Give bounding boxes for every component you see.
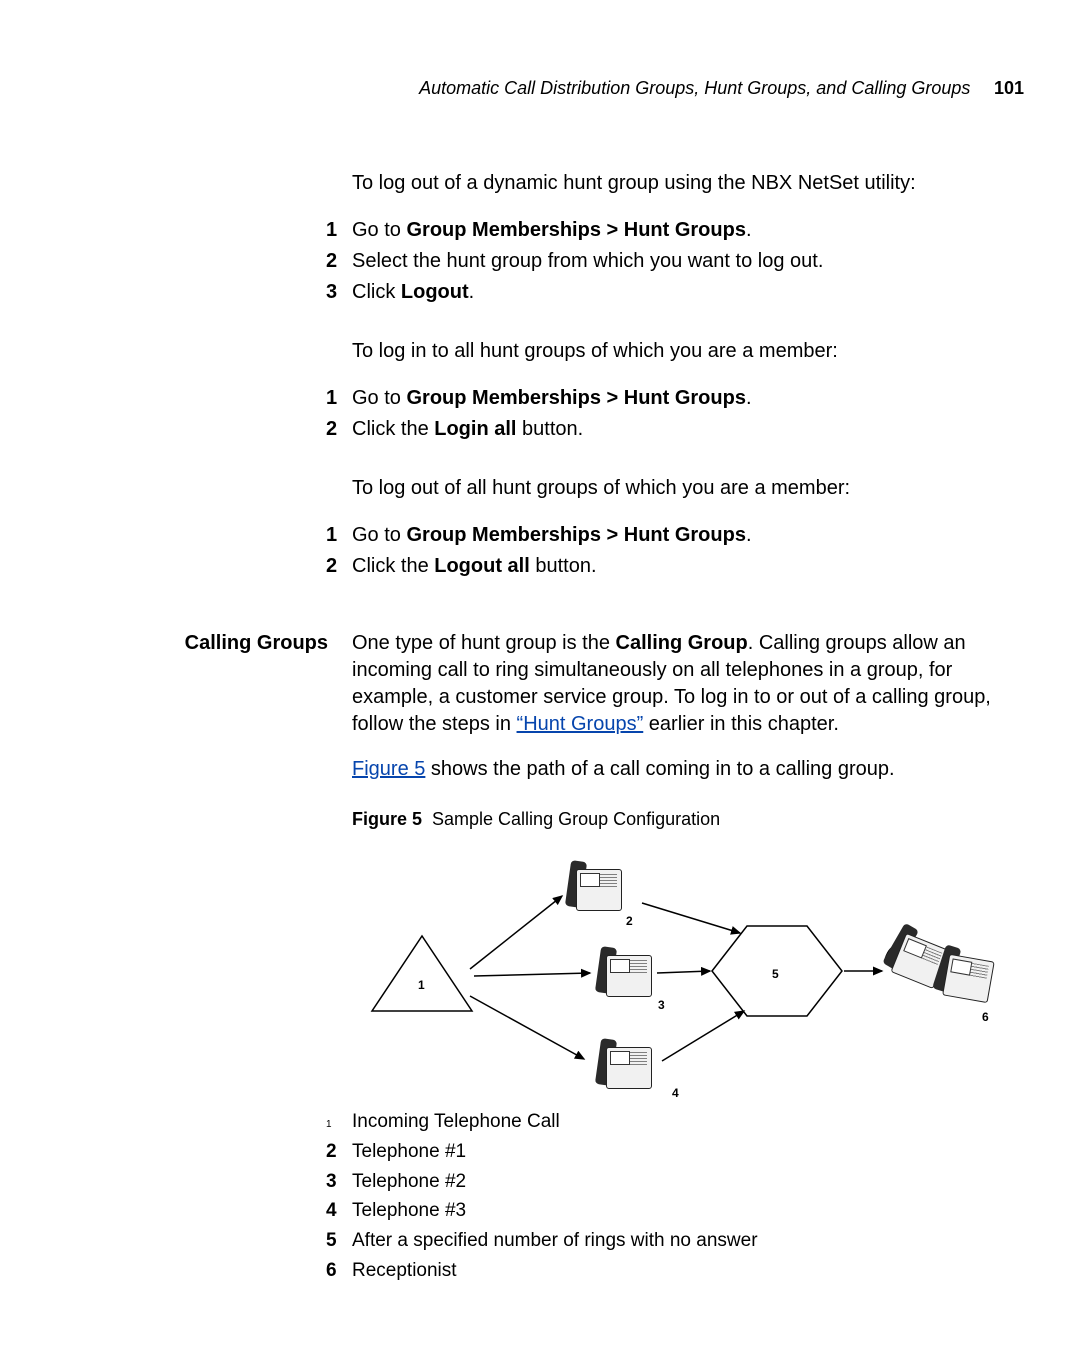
legend-text: After a specified number of rings with n… bbox=[352, 1228, 758, 1254]
diagram-label-2: 2 bbox=[626, 913, 633, 929]
step-text: Go to Group Memberships > Hunt Groups. bbox=[352, 217, 1024, 244]
legend-text: Telephone #3 bbox=[352, 1198, 466, 1224]
running-title: Automatic Call Distribution Groups, Hunt… bbox=[419, 78, 970, 98]
figure-label: Figure 5 bbox=[352, 809, 422, 829]
step-item: 1 Go to Group Memberships > Hunt Groups. bbox=[326, 522, 1024, 549]
running-header: Automatic Call Distribution Groups, Hunt… bbox=[56, 75, 1024, 102]
legend-item: 6 Receptionist bbox=[326, 1258, 1024, 1284]
legend-number: 2 bbox=[326, 1139, 352, 1165]
phone-icon bbox=[570, 863, 622, 911]
step-item: 1 Go to Group Memberships > Hunt Groups. bbox=[326, 385, 1024, 412]
step-text: Go to Group Memberships > Hunt Groups. bbox=[352, 385, 1024, 412]
figure-5-diagram: 1 2 3 4 5 6 bbox=[352, 841, 1002, 1101]
step-number: 1 bbox=[326, 385, 352, 412]
step-number: 2 bbox=[326, 553, 352, 580]
intro-text: To log out of a dynamic hunt group using… bbox=[352, 170, 1024, 197]
step-number: 2 bbox=[326, 248, 352, 275]
figure-caption: Figure 5 Sample Calling Group Configurati… bbox=[352, 807, 1024, 831]
intro-text: To log out of all hunt groups of which y… bbox=[352, 475, 1024, 502]
step-text: Click the Logout all button. bbox=[352, 553, 1024, 580]
figure-caption-text: Sample Calling Group Configuration bbox=[432, 809, 720, 829]
diagram-label-3: 3 bbox=[658, 997, 665, 1013]
step-text: Click Logout. bbox=[352, 279, 1024, 306]
section3-steps: 1 Go to Group Memberships > Hunt Groups.… bbox=[56, 518, 1024, 604]
intro-text: To log in to all hunt groups of which yo… bbox=[352, 338, 1024, 365]
legend-item: 3 Telephone #2 bbox=[326, 1169, 1024, 1195]
legend-text: Incoming Telephone Call bbox=[352, 1109, 560, 1135]
step-item: 2 Click the Login all button. bbox=[326, 416, 1024, 443]
phone-icon bbox=[600, 949, 652, 997]
section-login-all: To log in to all hunt groups of which yo… bbox=[56, 338, 1024, 373]
page-number: 101 bbox=[994, 78, 1024, 98]
section-logout-all: To log out of all hunt groups of which y… bbox=[56, 475, 1024, 510]
legend-text: Telephone #1 bbox=[352, 1139, 466, 1165]
phone-icon bbox=[936, 947, 996, 1003]
legend-item: 2 Telephone #1 bbox=[326, 1139, 1024, 1165]
step-text: Click the Login all button. bbox=[352, 416, 1024, 443]
section2-steps: 1 Go to Group Memberships > Hunt Groups.… bbox=[56, 381, 1024, 467]
step-text: Go to Group Memberships > Hunt Groups. bbox=[352, 522, 1024, 549]
diagram-label-6: 6 bbox=[982, 1009, 989, 1025]
legend-text: Telephone #2 bbox=[352, 1169, 466, 1195]
legend-number: 6 bbox=[326, 1258, 352, 1284]
diagram-label-1: 1 bbox=[418, 977, 425, 993]
section1-steps: 1 Go to Group Memberships > Hunt Groups.… bbox=[56, 213, 1024, 330]
step-number: 2 bbox=[326, 416, 352, 443]
legend-text: Receptionist bbox=[352, 1258, 457, 1284]
step-item: 2 Select the hunt group from which you w… bbox=[326, 248, 1024, 275]
calling-groups-para2: Figure 5 shows the path of a call coming… bbox=[352, 756, 1024, 783]
hunt-groups-link[interactable]: “Hunt Groups” bbox=[517, 713, 644, 735]
calling-groups-para1: One type of hunt group is the Calling Gr… bbox=[352, 630, 1024, 738]
legend-number: 1 bbox=[326, 1112, 352, 1132]
legend-number: 4 bbox=[326, 1198, 352, 1224]
legend-number: 3 bbox=[326, 1169, 352, 1195]
step-item: 1 Go to Group Memberships > Hunt Groups. bbox=[326, 217, 1024, 244]
step-item: 3 Click Logout. bbox=[326, 279, 1024, 306]
calling-groups-section: Calling Groups One type of hunt group is… bbox=[56, 630, 1024, 1287]
legend-number: 5 bbox=[326, 1228, 352, 1254]
step-number: 3 bbox=[326, 279, 352, 306]
step-number: 1 bbox=[326, 522, 352, 549]
step-item: 2 Click the Logout all button. bbox=[326, 553, 1024, 580]
step-number: 1 bbox=[326, 217, 352, 244]
diagram-label-4: 4 bbox=[672, 1085, 679, 1101]
figure-5-link[interactable]: Figure 5 bbox=[352, 758, 425, 780]
diagram-label-5: 5 bbox=[772, 966, 779, 982]
legend-item: 5 After a specified number of rings with… bbox=[326, 1228, 1024, 1254]
page: Automatic Call Distribution Groups, Hunt… bbox=[0, 0, 1080, 1355]
step-text: Select the hunt group from which you wan… bbox=[352, 248, 1024, 275]
legend-item: 1 Incoming Telephone Call bbox=[326, 1109, 1024, 1135]
figure-legend: 1 Incoming Telephone Call 2 Telephone #1… bbox=[326, 1109, 1024, 1283]
section-logout-dynamic: To log out of a dynamic hunt group using… bbox=[56, 170, 1024, 205]
phone-icon bbox=[600, 1041, 652, 1089]
legend-item: 4 Telephone #3 bbox=[326, 1198, 1024, 1224]
side-heading: Calling Groups bbox=[185, 632, 328, 654]
